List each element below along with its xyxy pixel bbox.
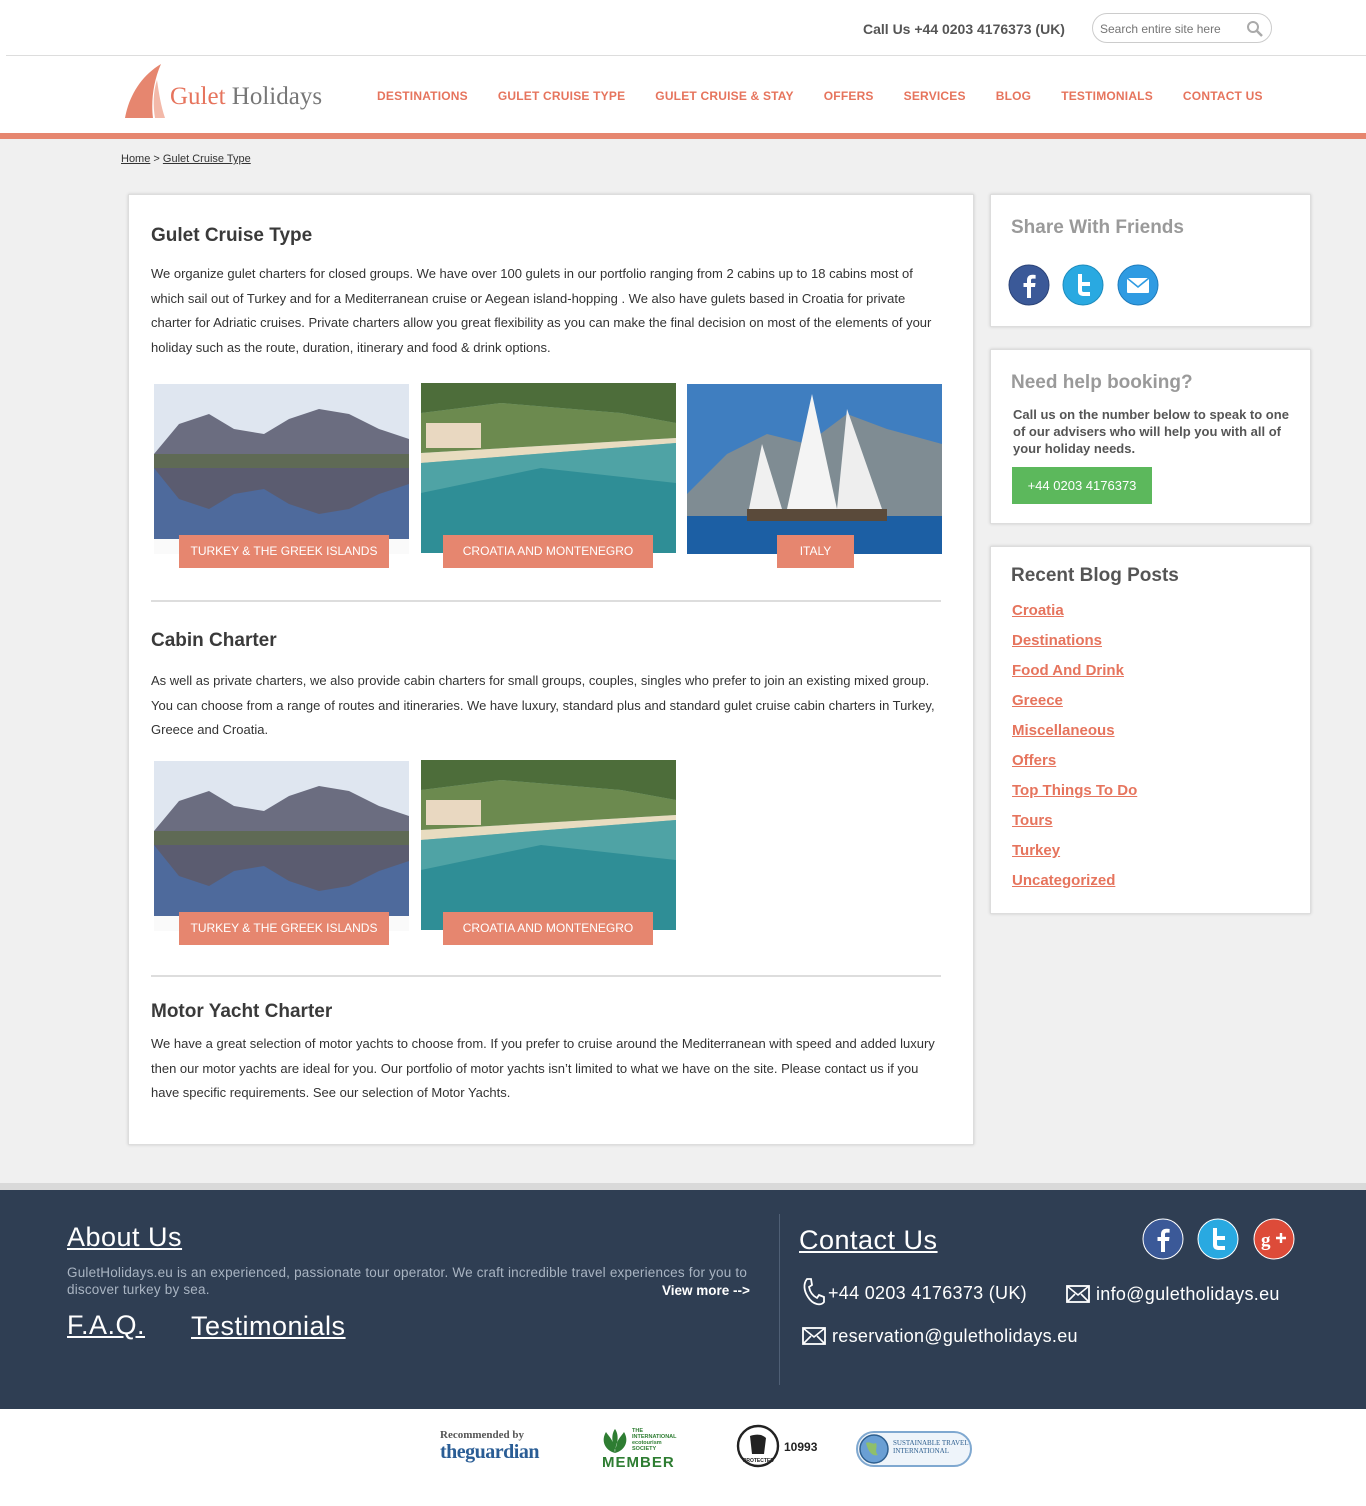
leaf-icon <box>603 1429 627 1453</box>
blog-category-list: Croatia Destinations Food And Drink Gree… <box>1012 602 1137 902</box>
tile-turkey-greek[interactable] <box>154 384 409 554</box>
cabin-charter-title: Cabin Charter <box>151 630 277 651</box>
tag-turkey-greek-cabin[interactable]: TURKEY & THE GREEK ISLANDS <box>179 912 389 945</box>
nav-destinations[interactable]: DESTINATIONS <box>377 89 468 103</box>
phone-icon <box>803 1278 825 1306</box>
blog-link-top-things-to-do[interactable]: Top Things To Do <box>1012 782 1137 812</box>
content-card: Gulet Cruise Type We organize gulet char… <box>128 194 974 1145</box>
tile-croatia-cabin[interactable] <box>421 760 676 930</box>
section-divider <box>151 600 941 602</box>
blog-link-destinations[interactable]: Destinations <box>1012 632 1137 662</box>
footer-column-divider <box>779 1214 780 1385</box>
tag-croatia[interactable]: CROATIA AND MONTENEGRO <box>443 535 653 568</box>
breadcrumb-home[interactable]: Home <box>121 153 150 165</box>
blog-link-miscellaneous[interactable]: Miscellaneous <box>1012 722 1137 752</box>
top-bar: Call Us +44 0203 4176373 (UK) <box>0 0 1366 56</box>
tile-italy[interactable] <box>687 384 942 554</box>
nav-services[interactable]: SERVICES <box>904 89 966 103</box>
search-input[interactable] <box>1100 20 1240 37</box>
site-footer: About Us GuletHolidays.eu is an experien… <box>0 1190 1366 1409</box>
about-text: GuletHolidays.eu is an experienced, pass… <box>67 1265 748 1297</box>
help-title: Need help booking? <box>1011 372 1193 393</box>
view-more-link[interactable]: View more --> <box>662 1283 750 1298</box>
nav-offers[interactable]: OFFERS <box>824 89 874 103</box>
nav-gulet-cruise-type[interactable]: GULET CRUISE TYPE <box>498 89 625 103</box>
facebook-icon[interactable] <box>1142 1218 1184 1260</box>
motor-yacht-title: Motor Yacht Charter <box>151 1001 333 1022</box>
blog-link-tours[interactable]: Tours <box>1012 812 1137 842</box>
blog-link-food-and-drink[interactable]: Food And Drink <box>1012 662 1137 692</box>
blog-link-offers[interactable]: Offers <box>1012 752 1137 782</box>
ecotourism-badge: THE INTERNATIONAL ecotourism SOCIETY MEM… <box>602 1428 677 1471</box>
blog-link-uncategorized[interactable]: Uncategorized <box>1012 872 1137 902</box>
nav-blog[interactable]: BLOG <box>996 89 1031 103</box>
tag-croatia-cabin[interactable]: CROATIA AND MONTENEGRO <box>443 912 653 945</box>
mail-icon <box>1066 1285 1090 1303</box>
cabin-charter-text: As well as private charters, we also pro… <box>151 673 935 738</box>
tag-italy[interactable]: ITALY <box>777 535 854 568</box>
twitter-icon[interactable] <box>1062 264 1104 306</box>
footer-phone[interactable]: +44 0203 4176373 (UK) <box>828 1283 1027 1304</box>
share-card: Share With Friends <box>990 194 1311 327</box>
sustainable-travel-badge: SUSTAINABLE TRAVEL INTERNATIONAL <box>856 1431 972 1467</box>
footer-divider <box>0 1183 1366 1190</box>
breadcrumb: Home > Gulet Cruise Type <box>121 153 251 165</box>
blog-link-croatia[interactable]: Croatia <box>1012 602 1137 632</box>
italy-sailboat-image <box>687 384 942 554</box>
site-header: Gulet Holidays DESTINATIONS GULET CRUISE… <box>0 56 1366 134</box>
main-nav: DESTINATIONS GULET CRUISE TYPE GULET CRU… <box>377 89 1263 103</box>
blog-title: Recent Blog Posts <box>1011 565 1179 586</box>
croatia-beach-image <box>421 383 676 553</box>
motor-yacht-text: We have a great selection of motor yacht… <box>151 1036 935 1101</box>
share-title: Share With Friends <box>1011 217 1184 238</box>
testimonials-link[interactable]: Testimonials <box>191 1311 346 1342</box>
help-booking-card: Need help booking? Call us on the number… <box>990 349 1311 524</box>
call-us-text: Call Us +44 0203 4176373 (UK) <box>863 21 1065 37</box>
nav-gulet-cruise-stay[interactable]: GULET CRUISE & STAY <box>655 89 793 103</box>
section-divider <box>151 975 941 977</box>
turkey-lake-image <box>154 761 409 931</box>
tile-turkey-greek-cabin[interactable] <box>154 761 409 931</box>
tile-croatia[interactable] <box>421 383 676 553</box>
twitter-icon[interactable] <box>1197 1218 1239 1260</box>
globe-icon <box>859 1434 889 1464</box>
atol-badge: PROTECTED 10993 <box>736 1424 818 1468</box>
intro-text: We organize gulet charters for closed gr… <box>151 266 932 356</box>
recent-blog-posts-card: Recent Blog Posts Croatia Destinations F… <box>990 546 1311 914</box>
accreditation-badges: Recommended by theguardian THE INTERNATI… <box>0 1409 1366 1506</box>
mail-icon <box>802 1327 826 1345</box>
google-plus-icon[interactable]: g <box>1253 1218 1295 1260</box>
croatia-beach-image <box>421 760 676 930</box>
faq-link[interactable]: F.A.Q. <box>67 1310 145 1341</box>
blog-link-greece[interactable]: Greece <box>1012 692 1137 722</box>
email-share-icon[interactable] <box>1117 264 1159 306</box>
search-box <box>1092 13 1272 43</box>
search-icon[interactable] <box>1246 20 1264 38</box>
breadcrumb-current[interactable]: Gulet Cruise Type <box>163 153 251 165</box>
nav-contact-us[interactable]: CONTACT US <box>1183 89 1263 103</box>
facebook-icon[interactable] <box>1008 264 1050 306</box>
contact-us-heading[interactable]: Contact Us <box>799 1225 938 1256</box>
svg-text:g: g <box>1261 1230 1271 1251</box>
main-area: Home > Gulet Cruise Type Gulet Cruise Ty… <box>0 139 1366 1183</box>
phone-button[interactable]: +44 0203 4176373 <box>1012 467 1152 504</box>
page-title: Gulet Cruise Type <box>151 225 313 246</box>
logo-text: Gulet Holidays <box>170 83 323 110</box>
logo[interactable]: Gulet Holidays <box>123 62 323 122</box>
blog-link-turkey[interactable]: Turkey <box>1012 842 1137 872</box>
nav-testimonials[interactable]: TESTIMONIALS <box>1061 89 1153 103</box>
turkey-lake-image <box>154 384 409 554</box>
tag-turkey-greek[interactable]: TURKEY & THE GREEK ISLANDS <box>179 535 389 568</box>
guardian-badge: Recommended by theguardian <box>440 1429 539 1463</box>
footer-email-info[interactable]: info@guletholidays.eu <box>1096 1284 1280 1305</box>
help-text: Call us on the number below to speak to … <box>1013 407 1289 456</box>
footer-email-reservation[interactable]: reservation@guletholidays.eu <box>832 1326 1078 1347</box>
sail-logo-icon <box>125 64 165 118</box>
about-us-heading[interactable]: About Us <box>67 1222 182 1253</box>
